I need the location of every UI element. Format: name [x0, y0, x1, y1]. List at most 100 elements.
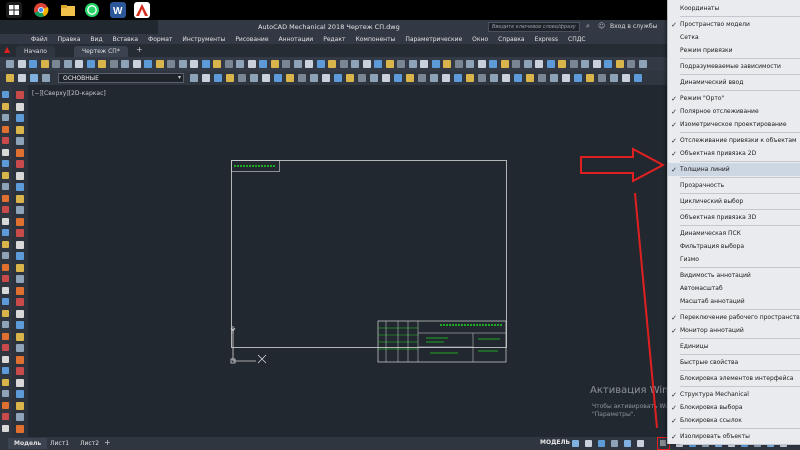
layer-dropdown[interactable]: ОСНОВНЫЕ ▾	[58, 73, 184, 83]
toolbar-icon[interactable]	[63, 60, 72, 68]
menu-item[interactable]: ✓ Режим "Орто"	[668, 92, 800, 105]
modify-tool-icon[interactable]	[2, 424, 9, 432]
layer-tool-icon[interactable]	[6, 74, 14, 82]
draw-tool-icon[interactable]	[16, 298, 24, 306]
modify-tool-icon[interactable]	[2, 229, 9, 236]
menu-file[interactable]: Файл	[26, 36, 53, 43]
menu-item[interactable]: Координаты	[668, 2, 800, 15]
toolbar-icon[interactable]	[598, 74, 606, 82]
menu-item[interactable]: Видимость аннотаций	[668, 269, 800, 282]
toolbar-icon[interactable]	[155, 60, 164, 68]
toolbar-icon[interactable]	[201, 60, 210, 68]
menu-item[interactable]: ✓ Отслеживание привязки к объектам	[668, 134, 800, 147]
draw-tool-icon[interactable]	[16, 114, 24, 122]
modify-tool-icon[interactable]	[2, 206, 9, 213]
toolbar-icon[interactable]	[454, 60, 463, 68]
toolbar-icon[interactable]	[75, 60, 83, 68]
menu-spds[interactable]: СПДС	[563, 36, 591, 43]
draw-tool-icon[interactable]	[16, 286, 24, 295]
toolbar-icon[interactable]	[615, 60, 624, 68]
toolbar-icon[interactable]	[478, 74, 486, 82]
modify-tool-icon[interactable]	[2, 309, 9, 317]
menu-item[interactable]: Подразумеваемые зависимости	[668, 60, 800, 73]
modify-tool-icon[interactable]	[2, 194, 9, 202]
toolbar-icon[interactable]	[250, 74, 258, 82]
toolbar-icon[interactable]	[316, 60, 325, 68]
draw-tool-icon[interactable]	[16, 367, 24, 375]
toolbar-icon[interactable]	[558, 60, 566, 68]
modify-tool-icon[interactable]	[2, 275, 9, 282]
modify-tool-icon[interactable]	[2, 171, 9, 179]
menu-item[interactable]: Единицы	[668, 340, 800, 353]
draw-tool-icon[interactable]	[16, 401, 24, 410]
menu-item[interactable]: Режим привязки	[668, 44, 800, 57]
tab-drawing[interactable]: Чертеж СП*	[74, 46, 128, 57]
modify-tool-icon[interactable]	[2, 183, 9, 190]
toolbar-icon[interactable]	[305, 60, 313, 68]
menu-item[interactable]: Прозрачность	[668, 179, 800, 192]
toolbar-icon[interactable]	[586, 74, 594, 82]
draw-tool-icon[interactable]	[16, 413, 24, 421]
chrome-icon[interactable]	[33, 2, 49, 18]
modify-tool-icon[interactable]	[2, 114, 9, 121]
draw-tool-icon[interactable]	[16, 321, 24, 329]
draw-tool-icon[interactable]	[16, 263, 24, 272]
menu-item[interactable]: Блокировка элементов интерфейса	[668, 372, 800, 385]
menu-item[interactable]: ✓ Толщина линий	[668, 163, 800, 176]
draw-tool-icon[interactable]	[16, 148, 24, 157]
modify-tool-icon[interactable]	[2, 240, 9, 248]
toolbar-icon[interactable]	[310, 74, 318, 82]
menu-tools[interactable]: Инструменты	[177, 36, 230, 43]
menu-annotate[interactable]: Аннотации	[274, 36, 319, 43]
menu-parametric[interactable]: Параметрические	[400, 36, 467, 43]
toolbar-icon[interactable]	[29, 60, 37, 68]
menu-item[interactable]: Циклический выбор	[668, 195, 800, 208]
modify-tool-icon[interactable]	[2, 125, 9, 133]
menu-components[interactable]: Компоненты	[350, 36, 400, 43]
toolbar-icon[interactable]	[322, 74, 330, 82]
modify-tool-icon[interactable]	[2, 217, 9, 225]
toolbar-icon[interactable]	[592, 60, 601, 68]
toolbar-icon[interactable]	[638, 60, 647, 68]
windows-icon[interactable]	[6, 2, 22, 18]
folder-icon[interactable]	[60, 2, 76, 18]
toolbar-icon[interactable]	[178, 60, 187, 68]
toolbar-icon[interactable]	[270, 60, 279, 68]
menu-item[interactable]: ✓Производительность графики	[668, 446, 800, 450]
binoculars-icon[interactable]: ⌕	[586, 22, 590, 31]
toolbar-icon[interactable]	[610, 74, 618, 82]
toolbar-icon[interactable]	[236, 60, 244, 68]
menu-item[interactable]: Автомасштаб	[668, 282, 800, 295]
autocad-icon[interactable]	[134, 2, 150, 18]
toolbar-icon[interactable]	[454, 74, 462, 82]
toolbar-icon[interactable]	[274, 74, 282, 82]
menu-item[interactable]: ✓ Структура Mechanical	[668, 388, 800, 401]
toolbar-icon[interactable]	[466, 74, 474, 82]
toolbar-icon[interactable]	[502, 74, 510, 82]
menu-view[interactable]: Вид	[85, 36, 107, 43]
menu-item[interactable]: ✓ Изометрическое проектирование	[668, 118, 800, 131]
modify-tool-icon[interactable]	[2, 321, 9, 328]
draw-tool-icon[interactable]	[16, 275, 24, 283]
modify-tool-icon[interactable]	[2, 286, 9, 294]
toolbar-icon[interactable]	[247, 60, 256, 68]
toolbar-icon[interactable]	[17, 60, 26, 68]
toolbar-icon[interactable]	[489, 60, 497, 68]
toolbar-icon[interactable]	[226, 74, 234, 82]
modify-tool-icon[interactable]	[2, 91, 9, 98]
toolbar-icon[interactable]	[562, 74, 570, 82]
toolbar-icon[interactable]	[190, 60, 198, 68]
draw-tool-icon[interactable]	[16, 252, 24, 260]
toolbar-icon[interactable]	[523, 60, 532, 68]
draw-tool-icon[interactable]	[16, 344, 24, 352]
toolbar-icon[interactable]	[238, 74, 246, 82]
toolbar-icon[interactable]	[224, 60, 233, 68]
toolbar-icon[interactable]	[298, 74, 306, 82]
toolbar-icon[interactable]	[190, 74, 198, 82]
draw-tool-icon[interactable]	[16, 102, 24, 111]
draw-tool-icon[interactable]	[16, 206, 24, 214]
toolbar-icon[interactable]	[627, 60, 635, 68]
modify-tool-icon[interactable]	[2, 401, 9, 409]
add-layout-button[interactable]: +	[104, 438, 111, 447]
toolbar-icon[interactable]	[334, 74, 342, 82]
